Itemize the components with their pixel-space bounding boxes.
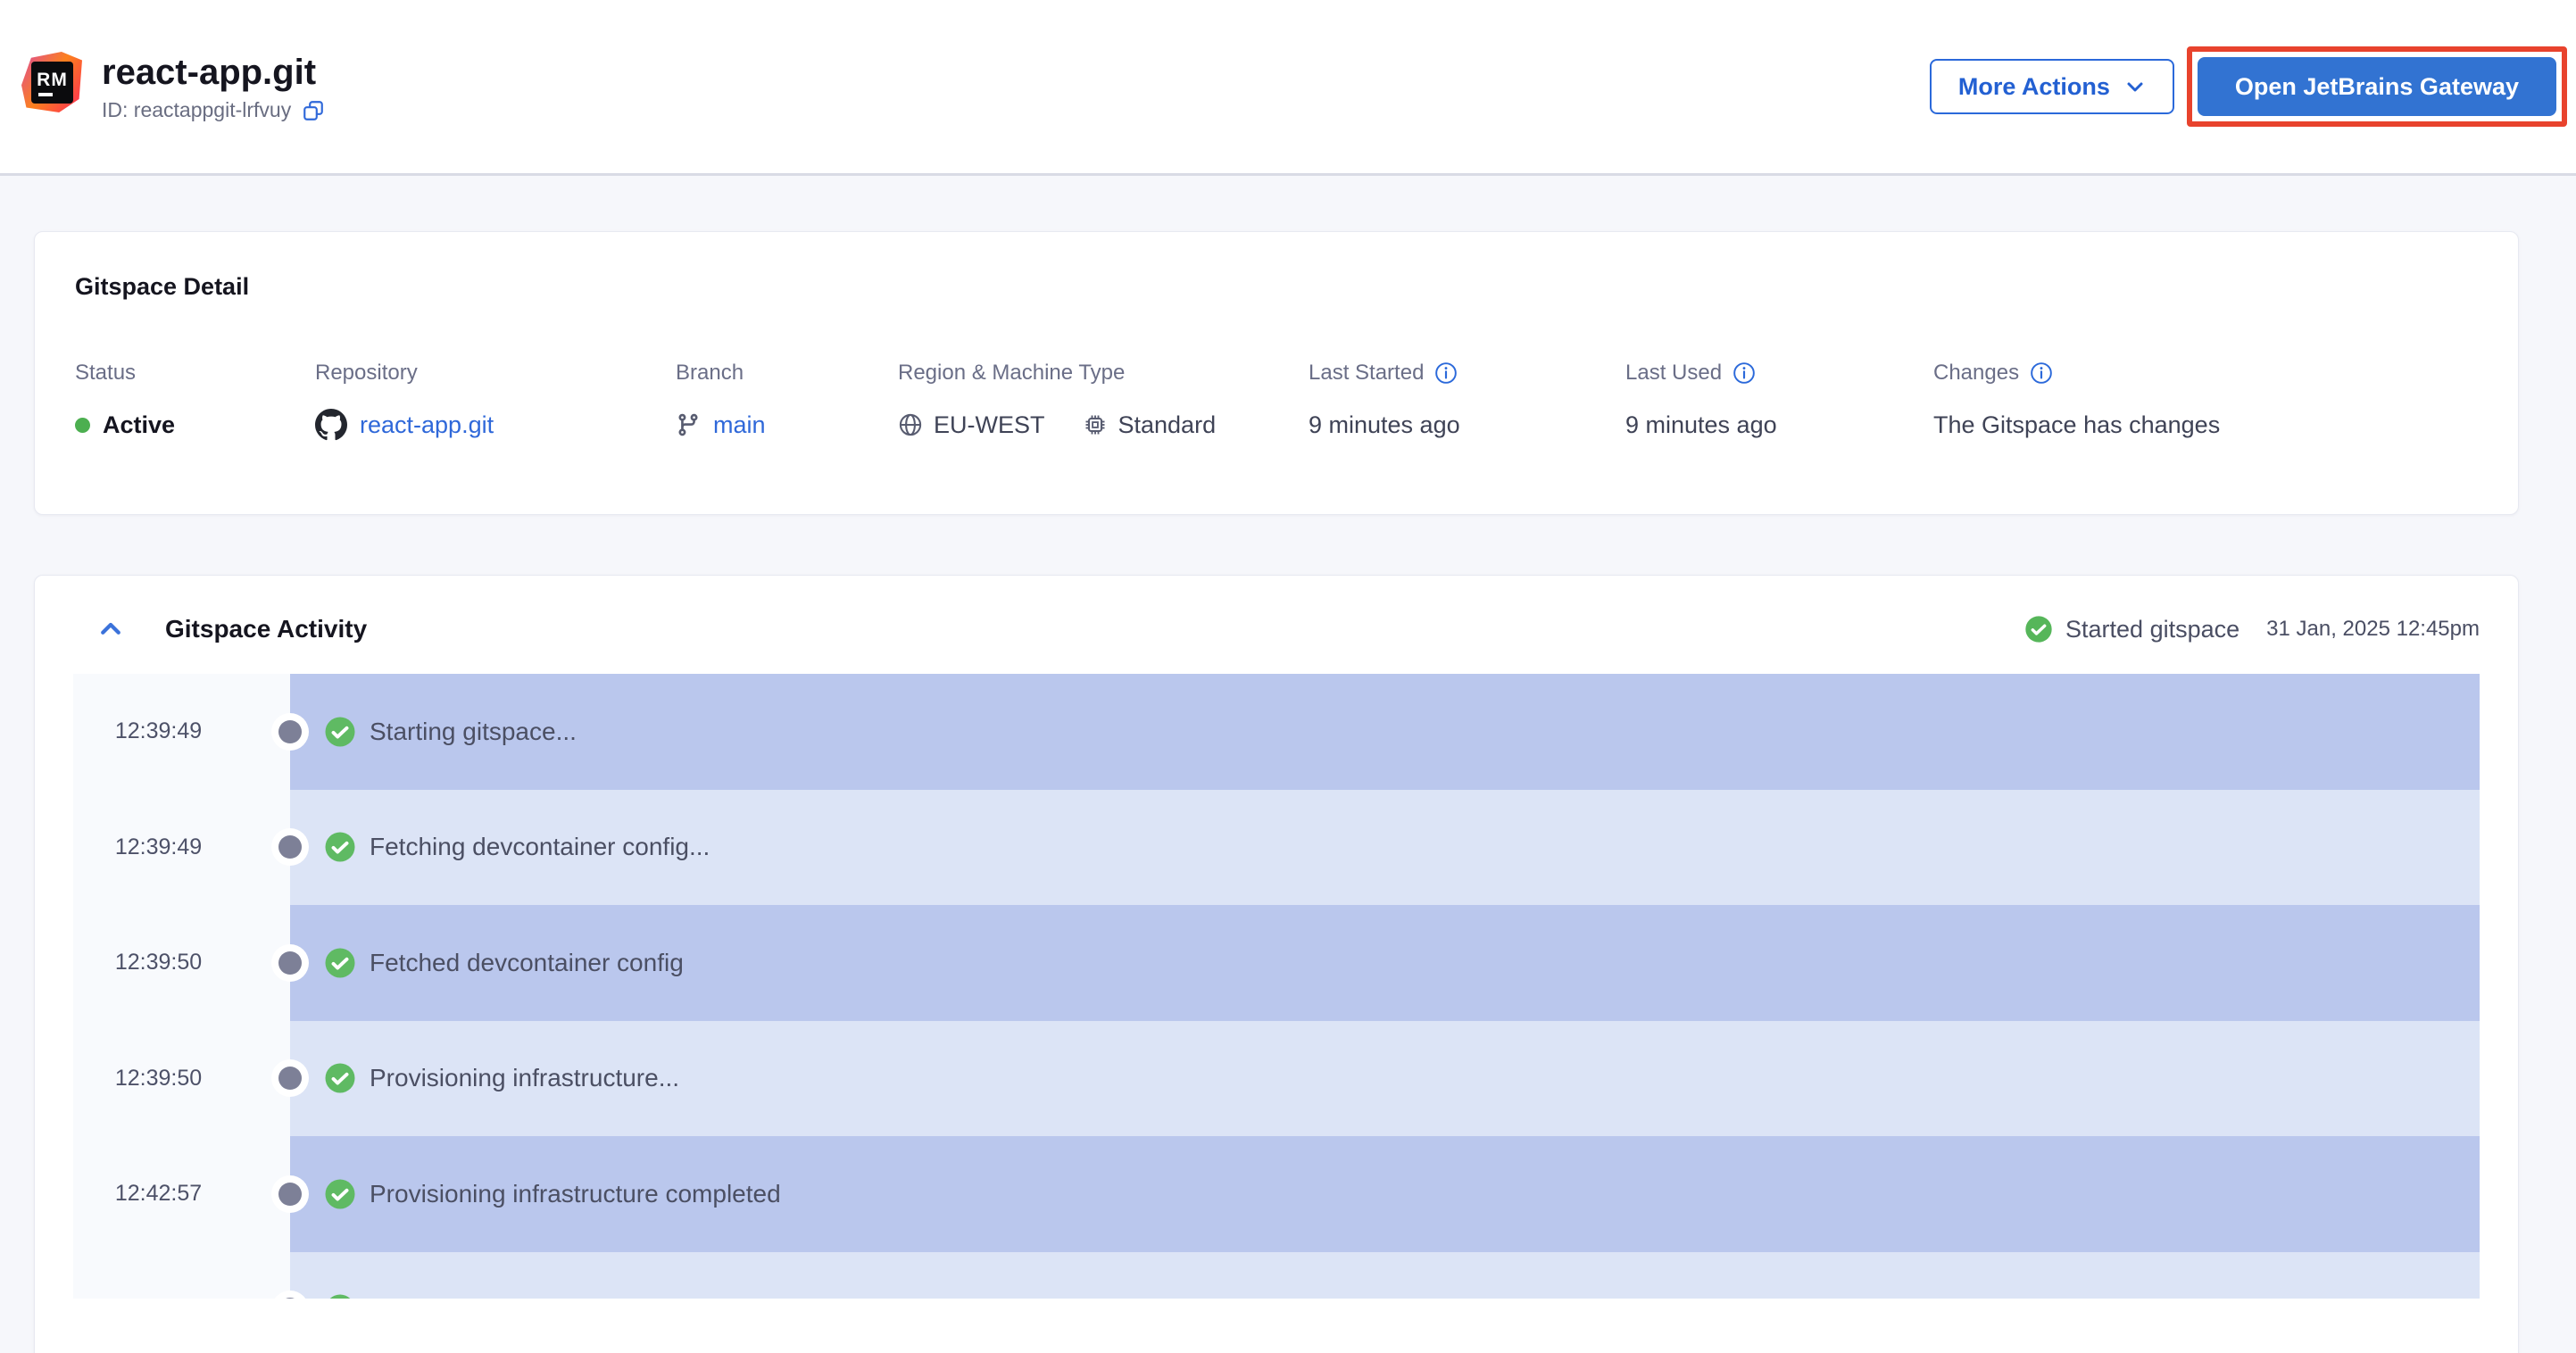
timeline-dot-icon bbox=[278, 1183, 302, 1206]
copy-icon bbox=[302, 99, 325, 122]
log-entry: Connecting to the gitspace agent... bbox=[290, 1252, 2480, 1299]
activity-log-row: 12:42:58 Connecting to the gitspace agen… bbox=[73, 1252, 2480, 1299]
rubymine-logo-underscore bbox=[38, 93, 53, 96]
last-used-label: Last Used bbox=[1625, 361, 1722, 386]
success-check-icon bbox=[324, 831, 356, 863]
page-title: react-app.git bbox=[102, 52, 325, 93]
field-last-used: Last Used 9 minutes ago bbox=[1625, 359, 1777, 443]
page-header: RM react-app.git ID: reactappgit-lrfvuy … bbox=[0, 0, 2576, 176]
last-started-label: Last Started bbox=[1309, 361, 1424, 386]
activity-status-time: 31 Jan, 2025 12:45pm bbox=[2266, 617, 2480, 642]
info-icon[interactable] bbox=[2030, 361, 2053, 385]
copy-id-button[interactable] bbox=[302, 99, 325, 122]
activity-log-row: 12:39:49 Fetching devcontainer config... bbox=[73, 790, 2480, 906]
field-status: Status Active bbox=[75, 359, 175, 443]
info-icon[interactable] bbox=[1434, 361, 1458, 385]
activity-status: Started gitspace 31 Jan, 2025 12:45pm bbox=[2024, 615, 2480, 643]
more-actions-label: More Actions bbox=[1958, 73, 2110, 101]
activity-log-row: 12:42:57 Provisioning infrastructure com… bbox=[73, 1136, 2480, 1252]
field-changes: Changes The Gitspace has changes bbox=[1933, 359, 2220, 443]
changes-value: The Gitspace has changes bbox=[1933, 411, 2220, 439]
repository-label: Repository bbox=[315, 359, 494, 387]
log-timestamp: 12:39:50 bbox=[73, 905, 290, 1021]
gitspace-id-row: ID: reactappgit-lrfvuy bbox=[102, 98, 325, 122]
log-timestamp: 12:39:50 bbox=[73, 1021, 290, 1137]
log-timestamp: 12:39:49 bbox=[73, 790, 290, 906]
log-message: Fetched devcontainer config bbox=[370, 949, 684, 977]
github-icon bbox=[315, 409, 347, 441]
collapse-activity-button[interactable] bbox=[97, 616, 124, 643]
log-message: Fetching devcontainer config... bbox=[370, 833, 710, 861]
activity-log-row: 12:39:50 Provisioning infrastructure... bbox=[73, 1021, 2480, 1137]
git-branch-icon bbox=[676, 412, 701, 437]
active-status-dot-icon bbox=[75, 418, 90, 433]
log-entry: Fetching devcontainer config... bbox=[290, 790, 2480, 906]
log-entry: Provisioning infrastructure... bbox=[290, 1021, 2480, 1137]
detail-card-heading: Gitspace Detail bbox=[75, 273, 249, 301]
rubymine-logo-square: RM bbox=[31, 62, 73, 104]
title-texts: react-app.git ID: reactappgit-lrfvuy bbox=[102, 52, 325, 122]
field-branch: Branch main bbox=[676, 359, 766, 443]
gateway-button-highlight-box: Open JetBrains Gateway bbox=[2187, 46, 2567, 127]
log-message: Provisioning infrastructure completed bbox=[370, 1180, 781, 1208]
status-value: Active bbox=[103, 411, 175, 439]
field-repository: Repository react-app.git bbox=[315, 359, 494, 443]
more-actions-button[interactable]: More Actions bbox=[1930, 59, 2174, 114]
last-started-value: 9 minutes ago bbox=[1309, 411, 1460, 439]
activity-heading: Gitspace Activity bbox=[165, 615, 367, 643]
chevron-down-icon bbox=[2124, 76, 2146, 97]
log-message: Provisioning infrastructure... bbox=[370, 1064, 679, 1092]
log-timestamp: 12:42:58 bbox=[73, 1252, 290, 1299]
success-check-icon bbox=[324, 1293, 356, 1299]
repository-link[interactable]: react-app.git bbox=[360, 411, 494, 439]
region-value: EU-WEST bbox=[934, 411, 1045, 439]
title-block: RM react-app.git ID: reactappgit-lrfvuy bbox=[21, 52, 325, 122]
timeline-dot-icon bbox=[278, 720, 302, 743]
open-jetbrains-gateway-button[interactable]: Open JetBrains Gateway bbox=[2198, 57, 2556, 116]
last-used-value: 9 minutes ago bbox=[1625, 411, 1777, 439]
header-actions: More Actions Open JetBrains Gateway bbox=[1930, 46, 2567, 127]
region-machine-label: Region & Machine Type bbox=[898, 359, 1216, 387]
activity-log: 12:39:49 Starting gitspace... 12:39:49 F… bbox=[73, 674, 2480, 1299]
timeline-dot-icon bbox=[278, 1067, 302, 1090]
region-group: EU-WEST bbox=[898, 411, 1045, 439]
gitspace-activity-card: Gitspace Activity Started gitspace 31 Ja… bbox=[34, 575, 2519, 1353]
success-check-icon bbox=[324, 1062, 356, 1094]
machine-type-value: Standard bbox=[1118, 411, 1217, 439]
log-message: Connecting to the gitspace agent... bbox=[370, 1295, 756, 1299]
rubymine-logo-icon: RM bbox=[21, 52, 82, 112]
branch-label: Branch bbox=[676, 359, 766, 387]
success-check-icon bbox=[324, 716, 356, 748]
field-last-started: Last Started 9 minutes ago bbox=[1309, 359, 1460, 443]
activity-header: Gitspace Activity Started gitspace 31 Ja… bbox=[35, 576, 2518, 674]
success-check-icon bbox=[324, 947, 356, 979]
timeline-dot-icon bbox=[278, 835, 302, 859]
info-icon[interactable] bbox=[1733, 361, 1756, 385]
log-timestamp: 12:42:57 bbox=[73, 1136, 290, 1252]
field-region-machine: Region & Machine Type EU-WEST bbox=[898, 359, 1216, 443]
gitspace-id: ID: reactappgit-lrfvuy bbox=[102, 98, 291, 122]
log-entry: Fetched devcontainer config bbox=[290, 905, 2480, 1021]
gateway-button-label: Open JetBrains Gateway bbox=[2235, 73, 2519, 101]
chevron-up-icon bbox=[97, 616, 124, 643]
rubymine-logo-text: RM bbox=[37, 70, 68, 91]
cpu-chip-icon bbox=[1083, 412, 1108, 437]
machine-group: Standard bbox=[1083, 411, 1217, 439]
globe-icon bbox=[898, 412, 923, 437]
changes-label: Changes bbox=[1933, 361, 2019, 386]
log-message: Starting gitspace... bbox=[370, 718, 577, 746]
activity-status-text: Started gitspace bbox=[2065, 616, 2239, 643]
log-entry: Provisioning infrastructure completed bbox=[290, 1136, 2480, 1252]
branch-link[interactable]: main bbox=[713, 411, 766, 439]
activity-log-row: 12:39:49 Starting gitspace... bbox=[73, 674, 2480, 790]
timeline-dot-icon bbox=[278, 951, 302, 975]
log-timestamp: 12:39:49 bbox=[73, 674, 290, 790]
status-label: Status bbox=[75, 359, 175, 387]
activity-log-row: 12:39:50 Fetched devcontainer config bbox=[73, 905, 2480, 1021]
log-entry: Starting gitspace... bbox=[290, 674, 2480, 790]
success-check-icon bbox=[324, 1178, 356, 1210]
gitspace-detail-card: Gitspace Detail Status Active Repository… bbox=[34, 231, 2519, 515]
success-check-icon bbox=[2024, 615, 2053, 643]
